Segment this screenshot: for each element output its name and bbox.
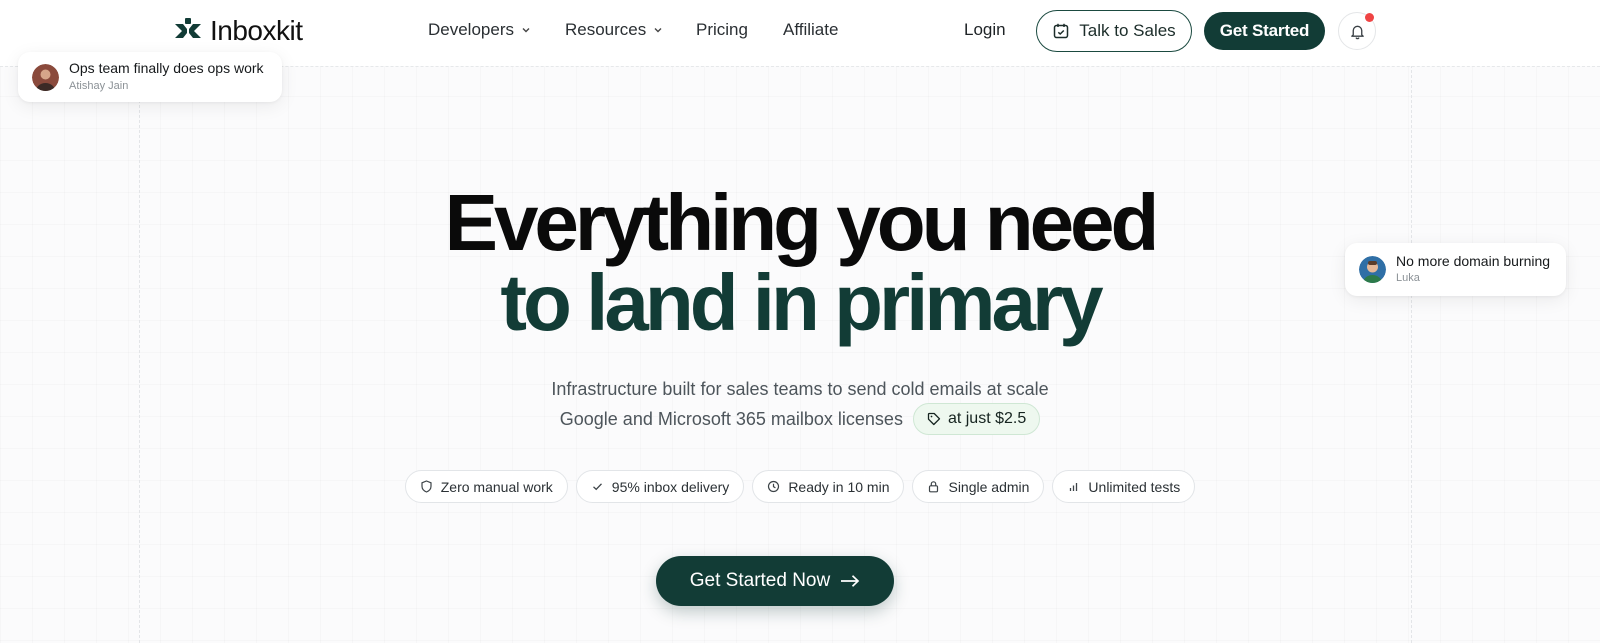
- notification-dot: [1365, 13, 1374, 22]
- feature-pill-inbox-delivery: 95% inbox delivery: [575, 470, 745, 503]
- inboxkit-logo-icon: [175, 18, 201, 38]
- tag-icon: [927, 412, 941, 426]
- nav-item-affiliate[interactable]: Affiliate: [783, 20, 838, 40]
- clock-icon: [768, 480, 780, 493]
- feature-pill-unlimited-tests: Unlimited tests: [1052, 470, 1196, 503]
- testimonial-quote: Ops team finally does ops work: [69, 60, 264, 77]
- nav-label-pricing: Pricing: [696, 20, 748, 39]
- arrow-right-icon: [841, 575, 860, 587]
- feature-pill-single-admin: Single admin: [912, 470, 1045, 503]
- check-icon: [592, 483, 602, 491]
- bar-chart-icon: [1070, 483, 1078, 491]
- talk-to-sales-button[interactable]: Talk to Sales: [1036, 10, 1192, 52]
- hero-subtitle-line-1: Infrastructure built for sales teams to …: [551, 379, 1049, 399]
- feature-label: Zero manual work: [440, 478, 553, 495]
- feature-label: Single admin: [948, 478, 1030, 495]
- chevron-down-icon: [654, 28, 662, 33]
- feature-pill-zero-manual-work: Zero manual work: [404, 470, 568, 503]
- lock-icon: [929, 481, 939, 493]
- nav-label-affiliate: Affiliate: [783, 20, 839, 39]
- testimonial-author: Atishay Jain: [69, 79, 129, 92]
- nav-item-developers[interactable]: Developers: [428, 20, 531, 40]
- feature-label: Unlimited tests: [1088, 478, 1181, 495]
- nav-label-resources: Resources: [565, 20, 647, 39]
- feature-pill-ready-in-10-min: Ready in 10 min: [752, 470, 905, 503]
- cta-label: Get Started Now: [689, 570, 831, 591]
- nav-item-pricing[interactable]: Pricing: [696, 20, 748, 40]
- talk-to-sales-label: Talk to Sales: [1079, 21, 1176, 40]
- login-link[interactable]: Login: [964, 20, 1006, 40]
- get-started-button[interactable]: Get Started: [1204, 12, 1325, 50]
- nav-label-developers: Developers: [428, 20, 514, 39]
- hero-subtitle-line-2: Google and Microsoft 365 mailbox license…: [0, 403, 1600, 435]
- feature-label: 95% inbox delivery: [611, 478, 730, 495]
- feature-label: Ready in 10 min: [788, 478, 890, 495]
- brand-name: Inboxkit: [210, 15, 303, 46]
- hero-title-line-2: to land in primary: [500, 258, 1103, 347]
- brand-logo[interactable]: Inboxkit: [172, 15, 303, 47]
- notifications-button[interactable]: [1338, 12, 1376, 50]
- get-started-now-button[interactable]: Get Started Now: [656, 556, 894, 606]
- chevron-down-icon: [522, 28, 530, 33]
- hero-subtitle-text: Google and Microsoft 365 mailbox license…: [559, 408, 903, 429]
- bell-icon: [1350, 25, 1364, 39]
- testimonial-card-atishay: Ops team finally does ops work Atishay J…: [18, 52, 282, 102]
- price-badge-label: at just $2.5: [947, 410, 1027, 427]
- calendar-check-icon: [1054, 23, 1069, 39]
- price-badge: at just $2.5: [912, 403, 1041, 435]
- avatar: [32, 63, 59, 91]
- feature-pills: Zero manual work 95% inbox delivery Read…: [0, 470, 1600, 503]
- shield-icon: [421, 480, 432, 493]
- hero-title-line-1: Everything you need: [444, 178, 1160, 267]
- nav-item-resources[interactable]: Resources: [565, 20, 663, 40]
